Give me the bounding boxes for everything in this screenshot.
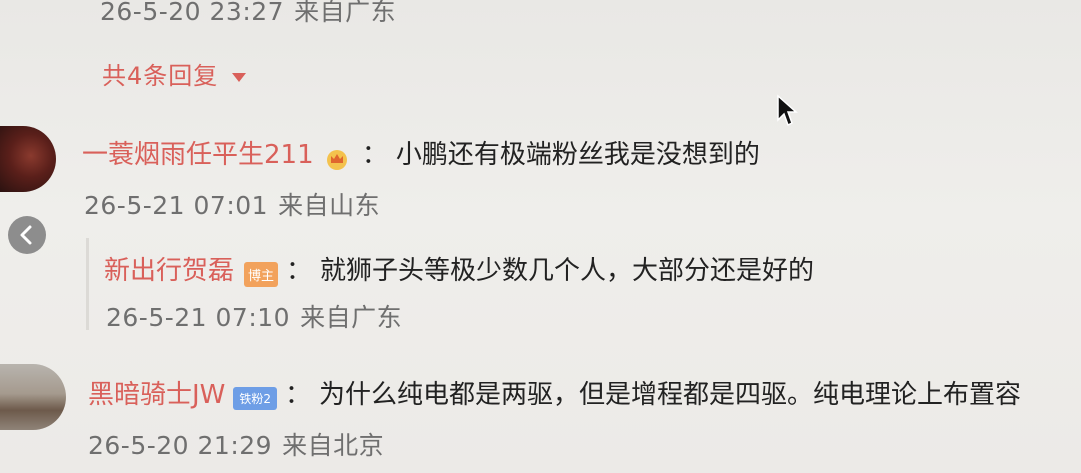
comment-time: 26-5-21 07:01 xyxy=(84,191,269,220)
prev-comment-place: 来自广东 xyxy=(294,0,397,26)
blogger-badge: 博主 xyxy=(244,262,279,287)
comment-text: 为什么纯电都是两驱，但是增程都是四驱。纯电理论上布置容 xyxy=(319,380,1022,410)
triangle-down-icon xyxy=(231,73,246,82)
comment-header: 黑暗骑士JW 铁粉2 ：为什么纯电都是两驱，但是增程都是四驱。纯电理论上布置容 xyxy=(88,374,1021,411)
username[interactable]: 黑暗骑士JW xyxy=(88,380,225,410)
avatar[interactable] xyxy=(0,126,56,192)
reply-colon: ： xyxy=(286,256,313,286)
username[interactable]: 一蓑烟雨任平生211 xyxy=(82,140,314,170)
comment-meta: 26-5-20 21:29 来自北京 xyxy=(88,426,384,462)
reply-toggle-label: 共4条回复 xyxy=(102,62,219,90)
chevron-left-icon xyxy=(20,225,32,245)
comment-place: 来自山东 xyxy=(278,191,381,220)
colon: ： xyxy=(361,140,388,170)
reply-indent-line xyxy=(86,238,89,330)
reply-text: 就狮子头等极少数几个人，大部分还是好的 xyxy=(320,256,815,286)
reply-header: 新出行贺磊 博主 ：就狮子头等极少数几个人，大部分还是好的 xyxy=(104,250,814,287)
fan-level-badge: 铁粉2 xyxy=(233,387,278,410)
comment-place: 来自北京 xyxy=(282,431,385,460)
comment-thread: 26-5-20 23:27 来自广东 共4条回复 一蓑烟雨任平生211 ：小鹏还有… xyxy=(0,0,1081,473)
comment-time: 26-5-20 21:29 xyxy=(88,431,273,460)
comment-meta: 26-5-21 07:01 来自山东 xyxy=(84,186,380,222)
reply-toggle[interactable]: 共4条回复 xyxy=(102,56,247,91)
reply-meta: 26-5-21 07:10 来自广东 xyxy=(106,298,402,334)
reply-place: 来自广东 xyxy=(300,303,403,332)
crown-icon xyxy=(326,149,347,170)
colon: ： xyxy=(285,380,312,410)
avatar[interactable] xyxy=(0,364,66,430)
prev-comment-meta: 26-5-20 23:27 来自广东 xyxy=(100,0,396,28)
comment-text: 小鹏还有极端粉丝我是没想到的 xyxy=(395,140,760,170)
reply-time: 26-5-21 07:10 xyxy=(106,303,291,332)
comment-header: 一蓑烟雨任平生211 ：小鹏还有极端粉丝我是没想到的 xyxy=(82,134,760,171)
mouse-cursor-icon xyxy=(777,94,798,127)
reply-username[interactable]: 新出行贺磊 xyxy=(104,256,234,286)
prev-comment-time: 26-5-20 23:27 xyxy=(100,0,285,26)
back-button[interactable] xyxy=(8,216,46,254)
